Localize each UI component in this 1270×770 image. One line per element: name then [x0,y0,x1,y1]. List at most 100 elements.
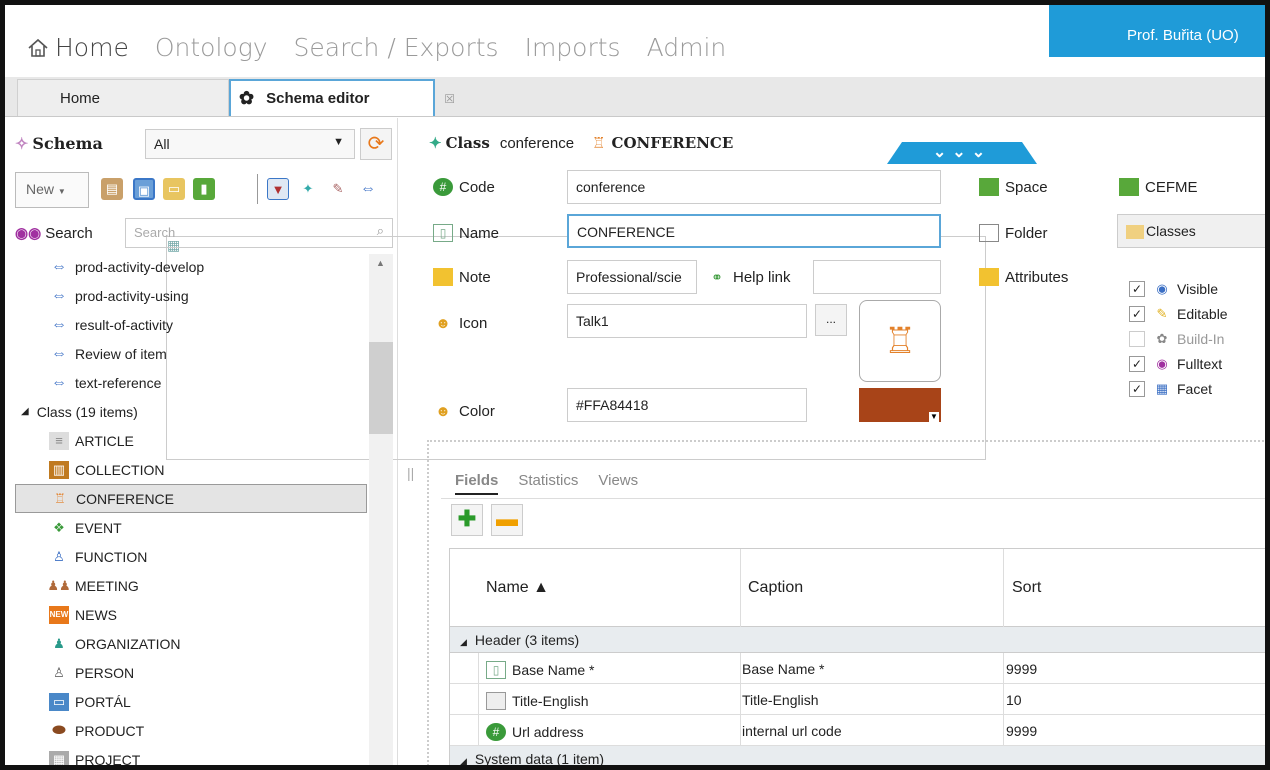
column-caption[interactable]: Caption [748,579,803,597]
new-button[interactable]: New ▼ [15,172,89,208]
space-icon [1119,178,1139,196]
tree-item-relation[interactable]: ⇔ Review of item [15,339,367,368]
menu-search-exports[interactable]: Search / Exports [294,33,499,62]
tree-item-class-selected[interactable]: ♖ CONFERENCE [15,484,367,513]
gear-icon: ✿ [239,88,255,108]
name-field[interactable]: CONFERENCE [567,214,941,248]
tab-fields[interactable]: Fields [455,472,499,495]
article-icon: ≡ [49,431,69,450]
note-field[interactable]: Professional/scie [567,260,697,294]
collection-icon: ▥ [49,460,69,479]
menu-home[interactable]: Home [27,33,129,62]
tree-item-class[interactable]: ▭ PORTÁL [15,687,367,716]
close-tab-icon[interactable]: ☒ [444,92,455,106]
relation-icon[interactable]: ⇔ [357,178,379,200]
checkbox[interactable]: ✓ [1129,380,1145,397]
tree-item-class[interactable]: ⬬ PRODUCT [15,716,367,745]
color-swatch[interactable]: ▼ [859,388,941,422]
visible-checkbox[interactable]: ✓ ◉ Visible [1129,276,1265,301]
icon-field[interactable]: Talk1 [567,304,807,338]
tree-item-relation[interactable]: ⇔ result-of-activity [15,310,367,339]
scroll-up-icon[interactable]: ▲ [376,258,385,268]
tree-item-label: ORGANIZATION [75,635,181,652]
tree-item-class[interactable]: ♙ PERSON [15,658,367,687]
tab-statistics[interactable]: Statistics [518,472,578,495]
row-divider [1265,715,1266,746]
folder-select[interactable]: Classes [1117,214,1265,248]
schema-filter-select[interactable]: ▦ All ▼ [145,129,986,460]
facet-checkbox[interactable]: ✓ ▦ Facet [1129,376,1265,401]
tree-item-class[interactable]: ▥ COLLECTION [15,455,367,484]
remove-field-button[interactable]: ▬ [491,504,523,536]
tree-scrollbar[interactable]: ▲ [369,254,393,765]
tree-item-relation[interactable]: ⇔ prod-activity-using [15,281,367,310]
cell-name-text: Url address [512,724,584,740]
entity-type-icon[interactable]: ▤ [101,178,123,200]
cell-sort: 9999 [1006,661,1038,677]
cell-sort: 9999 [1006,723,1038,739]
icon-label-text: Icon [459,314,488,332]
talk-icon: ♖ [883,320,917,361]
grid-group-title: System data (1 item) [474,751,605,767]
filter-icon[interactable]: ▼ [267,178,289,200]
tree-item-relation[interactable]: ⇔ prod-activity-develop [15,252,367,281]
checkbox[interactable]: ✓ [1129,355,1145,372]
space-value[interactable]: CEFME [1119,178,1198,196]
menu-ontology[interactable]: Ontology [155,33,268,62]
cell-name-text: Title-English [512,693,589,709]
palette-icon: ☻ [435,402,451,420]
attributes-icon [979,268,999,286]
link-icon: ⚭ [711,268,723,285]
tree-item-class[interactable]: ≡ ARTICLE [15,426,367,455]
folder-icon[interactable]: ▭ [163,178,185,200]
panel-splitter[interactable]: || [407,465,414,481]
help-link-field[interactable] [813,260,941,294]
tree-group-class[interactable]: ◢ Class (19 items) [15,397,367,426]
table-row[interactable]: ▯ Base Name * Base Name * 9999 [450,653,1265,684]
tree-item-class[interactable]: ♟ ORGANIZATION [15,629,367,658]
color-field[interactable]: #FFA84418 [567,388,807,422]
tree-item-class[interactable]: ♙ FUNCTION [15,542,367,571]
attribute-icon[interactable]: ✎ [327,178,349,200]
schema-toolbar: New ▼ ▤ ▣ ▭ ▮ ▼ ✦ ✎ ⇔ [5,168,398,208]
eye-icon: ◉ [1156,280,1168,296]
column-name[interactable]: Name ▲ [486,579,549,597]
tree-item-class[interactable]: ▦ PROJECT [15,745,367,765]
grid-group-header[interactable]: ◢ Header (3 items) [450,627,1265,653]
tree-item-class[interactable]: ♟♟ MEETING [15,571,367,600]
function-icon: ♙ [53,548,65,564]
space-icon[interactable]: ▮ [193,178,215,200]
refresh-button[interactable]: ⟳ [360,128,392,160]
table-row[interactable]: Title-English Title-English 10 [450,684,1265,715]
tree-item-class[interactable]: NEW NEWS [15,600,367,629]
icon-browse-button[interactable]: ... [815,304,847,336]
checkbox-label: Editable [1177,305,1228,322]
editable-checkbox[interactable]: ✓ ✎ Editable [1129,301,1265,326]
tree-item-class[interactable]: ❖ EVENT [15,513,367,542]
fulltext-checkbox[interactable]: ✓ ◉ Fulltext [1129,351,1265,376]
schema-filter-value: All [154,136,170,152]
grid-group-header[interactable]: ◢ System data (1 item) [450,746,1265,767]
textbox-icon [486,692,506,710]
class-icon[interactable]: ✦ [297,178,319,200]
search-input[interactable]: Search ⌕ [125,218,393,248]
palette-icon: ☻ [435,314,451,332]
checkbox[interactable]: ✓ [1129,280,1145,297]
table-row[interactable]: # Url address internal url code 9999 [450,715,1266,746]
image-type-icon[interactable]: ▣ [133,178,155,200]
add-field-button[interactable]: ✚ [451,504,483,536]
collapse-toggle[interactable]: ⌄⌄⌄ [887,142,1037,164]
column-sort[interactable]: Sort [1012,579,1041,597]
menu-imports[interactable]: Imports [525,33,621,62]
tab-schema-editor[interactable]: ✿ Schema editor ☒ [229,79,455,116]
code-field[interactable]: conference [567,170,941,204]
menu-admin[interactable]: Admin [647,33,727,62]
user-menu[interactable]: Prof. Buřita (UO) [1049,5,1265,57]
tab-home[interactable]: Home [17,79,229,116]
tree-item-relation[interactable]: ⇔ text-reference [15,368,367,397]
scroll-thumb[interactable] [369,342,393,434]
tab-views[interactable]: Views [598,472,638,495]
home-icon [28,38,48,57]
checkbox[interactable]: ✓ [1129,305,1145,322]
space-label-text: Space [1005,178,1048,196]
